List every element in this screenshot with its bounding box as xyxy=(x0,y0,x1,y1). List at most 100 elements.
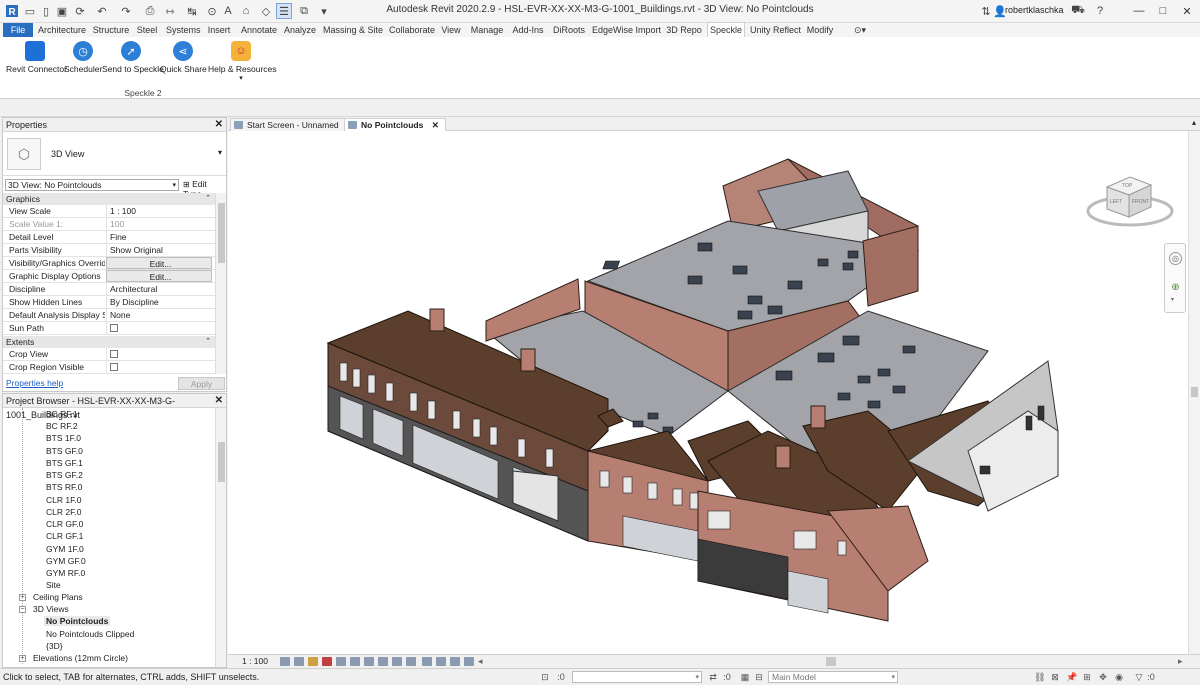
tab-overflow-icon[interactable]: ▴ xyxy=(1192,118,1196,127)
close-icon[interactable]: ✕ xyxy=(432,120,439,130)
tree-item-level[interactable]: GYM RF.0 xyxy=(46,568,85,578)
active-workset-select[interactable]: ▾ xyxy=(572,671,702,683)
tab-3d-repo[interactable]: 3D Repo xyxy=(666,23,702,37)
type-selector[interactable]: ⬡ 3D View ▾ xyxy=(3,132,226,176)
prop-row-parts-visibility[interactable]: Parts Visibility Show Original xyxy=(3,244,215,257)
design-options-icon[interactable]: ▦ xyxy=(740,672,750,682)
visibility-graphics-edit-button[interactable]: Edit... xyxy=(106,257,212,269)
crop-view-checkbox[interactable] xyxy=(110,350,118,358)
group-extents[interactable]: Extents ⌃ xyxy=(3,336,215,348)
shadows-icon[interactable] xyxy=(322,657,332,666)
steering-wheel-icon[interactable]: ◎ xyxy=(1169,252,1182,265)
close-button[interactable]: ✕ xyxy=(1176,2,1198,20)
tab-add-ins[interactable]: Add-Ins xyxy=(511,23,545,37)
view-cube[interactable]: TOP LEFT FRONT xyxy=(1085,167,1175,232)
design-options-toggle-icon[interactable]: ⊟ xyxy=(754,672,764,682)
tree-item-level[interactable]: BC RF.2 xyxy=(46,421,78,431)
ribbon-options-icon[interactable]: ⊙▾ xyxy=(850,23,870,37)
tree-item-level[interactable]: CLR 1F.0 xyxy=(46,495,81,505)
view-tab-no-pointclouds[interactable]: No Pointclouds ✕ xyxy=(344,118,446,131)
design-option-select[interactable]: Main Model ▾ xyxy=(768,671,898,683)
scroll-thumb[interactable] xyxy=(1191,387,1198,397)
graphic-display-edit-button[interactable]: Edit... xyxy=(106,270,212,282)
tab-file[interactable]: File xyxy=(3,23,33,37)
prop-row-crop-region[interactable]: Crop Region Visible xyxy=(3,361,215,374)
tree-item-level[interactable]: CLR 2F.0 xyxy=(46,507,81,517)
worksets-icon[interactable]: ⊡ xyxy=(540,672,550,682)
tree-item-level[interactable]: CLR GF.0 xyxy=(46,519,83,529)
prop-value[interactable] xyxy=(106,361,212,373)
cart-icon[interactable]: ⛟ xyxy=(1070,3,1086,19)
analytical-model-icon[interactable] xyxy=(436,657,446,666)
sun-path-icon[interactable] xyxy=(308,657,318,666)
tab-modify[interactable]: Modify xyxy=(804,23,836,37)
tab-systems[interactable]: Systems xyxy=(166,23,201,37)
revit-connector-button[interactable]: Revit Connector xyxy=(6,41,67,74)
crop-view-icon[interactable] xyxy=(350,657,360,666)
tree-item-level[interactable]: CLR GF.1 xyxy=(46,531,83,541)
prop-row-detail-level[interactable]: Detail Level Fine xyxy=(3,231,215,244)
prop-row-sun-path[interactable]: Sun Path xyxy=(3,322,215,335)
tree-item-level[interactable]: BC RF.1 xyxy=(46,409,78,419)
expand-icon[interactable]: + xyxy=(19,655,26,662)
view-tab-start-screen[interactable]: Start Screen - Unnamed xyxy=(230,118,346,131)
tree-item-level[interactable]: GYM GF.0 xyxy=(46,556,86,566)
tab-steel[interactable]: Steel xyxy=(136,23,158,37)
prop-value[interactable]: Fine xyxy=(106,231,212,243)
prop-value[interactable] xyxy=(106,348,212,360)
background-process-icon[interactable]: ◉ xyxy=(1114,672,1124,682)
tab-massing-site[interactable]: Massing & Site xyxy=(323,23,383,37)
tab-insert[interactable]: Insert xyxy=(206,23,232,37)
tab-manage[interactable]: Manage xyxy=(470,23,504,37)
highlight-displacement-icon[interactable] xyxy=(450,657,460,666)
horizontal-scroll-thumb[interactable] xyxy=(826,657,836,666)
viewport-vertical-scrollbar[interactable] xyxy=(1188,131,1200,654)
collapse-icon[interactable]: − xyxy=(19,606,26,613)
prop-row-hidden-lines[interactable]: Show Hidden Lines By Discipline xyxy=(3,296,215,309)
minimize-button[interactable]: — xyxy=(1128,2,1150,20)
reveal-hidden-icon[interactable] xyxy=(406,657,416,666)
reveal-constraints-icon[interactable] xyxy=(464,657,474,666)
send-to-speckle-button[interactable]: ➚ Send to Speckle xyxy=(102,41,164,74)
select-underlay-icon[interactable]: ⊠ xyxy=(1050,672,1060,682)
select-links-icon[interactable]: ⛓ xyxy=(1034,672,1045,682)
prop-value[interactable]: 1 : 100 xyxy=(106,205,212,217)
prop-row-graphic-display[interactable]: Graphic Display Options Edit... xyxy=(3,270,215,283)
browser-scrollbar[interactable] xyxy=(215,408,226,667)
prop-value[interactable]: None xyxy=(106,309,212,321)
tree-item-elevations[interactable]: Elevations (12mm Circle) xyxy=(33,653,128,663)
user-name[interactable]: robertklaschka xyxy=(1005,5,1064,15)
select-pinned-icon[interactable]: 📌 xyxy=(1066,672,1077,682)
prop-row-analysis-display[interactable]: Default Analysis Display S... None xyxy=(3,309,215,322)
prop-row-discipline[interactable]: Discipline Architectural xyxy=(3,283,215,296)
tree-item-level[interactable]: BTS GF.1 xyxy=(46,458,83,468)
worksharing-display-icon[interactable] xyxy=(422,657,432,666)
tab-annotate[interactable]: Annotate xyxy=(240,23,278,37)
tab-analyze[interactable]: Analyze xyxy=(284,23,316,37)
lock-view-icon[interactable] xyxy=(378,657,388,666)
close-icon[interactable]: ✕ xyxy=(215,118,223,132)
tree-item-3d-view[interactable]: {3D} xyxy=(46,641,63,651)
sun-path-checkbox[interactable] xyxy=(110,324,118,332)
crop-region-icon[interactable] xyxy=(364,657,374,666)
tab-edgewise-import[interactable]: EdgeWise Import xyxy=(592,23,661,37)
tab-collaborate[interactable]: Collaborate xyxy=(389,23,435,37)
scroll-right-icon[interactable]: ▸ xyxy=(1178,656,1183,667)
prop-value[interactable]: Show Original xyxy=(106,244,212,256)
tree-item-3d-view[interactable]: No Pointclouds Clipped xyxy=(46,629,134,639)
crop-region-checkbox[interactable] xyxy=(110,363,118,371)
close-icon[interactable]: ✕ xyxy=(215,394,223,408)
tab-architecture[interactable]: Architecture xyxy=(38,23,86,37)
temp-hide-icon[interactable] xyxy=(392,657,402,666)
scroll-thumb[interactable] xyxy=(218,442,225,482)
help-resources-button[interactable]: ☺ Help & Resources ▾ xyxy=(208,41,277,82)
tab-structure[interactable]: Structure xyxy=(92,23,130,37)
expand-icon[interactable]: + xyxy=(19,594,26,601)
properties-scrollbar[interactable] xyxy=(215,193,226,374)
3d-viewport[interactable] xyxy=(228,131,1188,654)
select-by-face-icon[interactable]: ⊞ xyxy=(1082,672,1092,682)
tree-item-level[interactable]: BTS 1F.0 xyxy=(46,433,81,443)
tab-unity-reflect[interactable]: Unity Reflect xyxy=(750,23,801,37)
zoom-icon[interactable]: ⊕ xyxy=(1169,282,1182,295)
drag-on-selection-icon[interactable]: ✥ xyxy=(1098,672,1108,682)
